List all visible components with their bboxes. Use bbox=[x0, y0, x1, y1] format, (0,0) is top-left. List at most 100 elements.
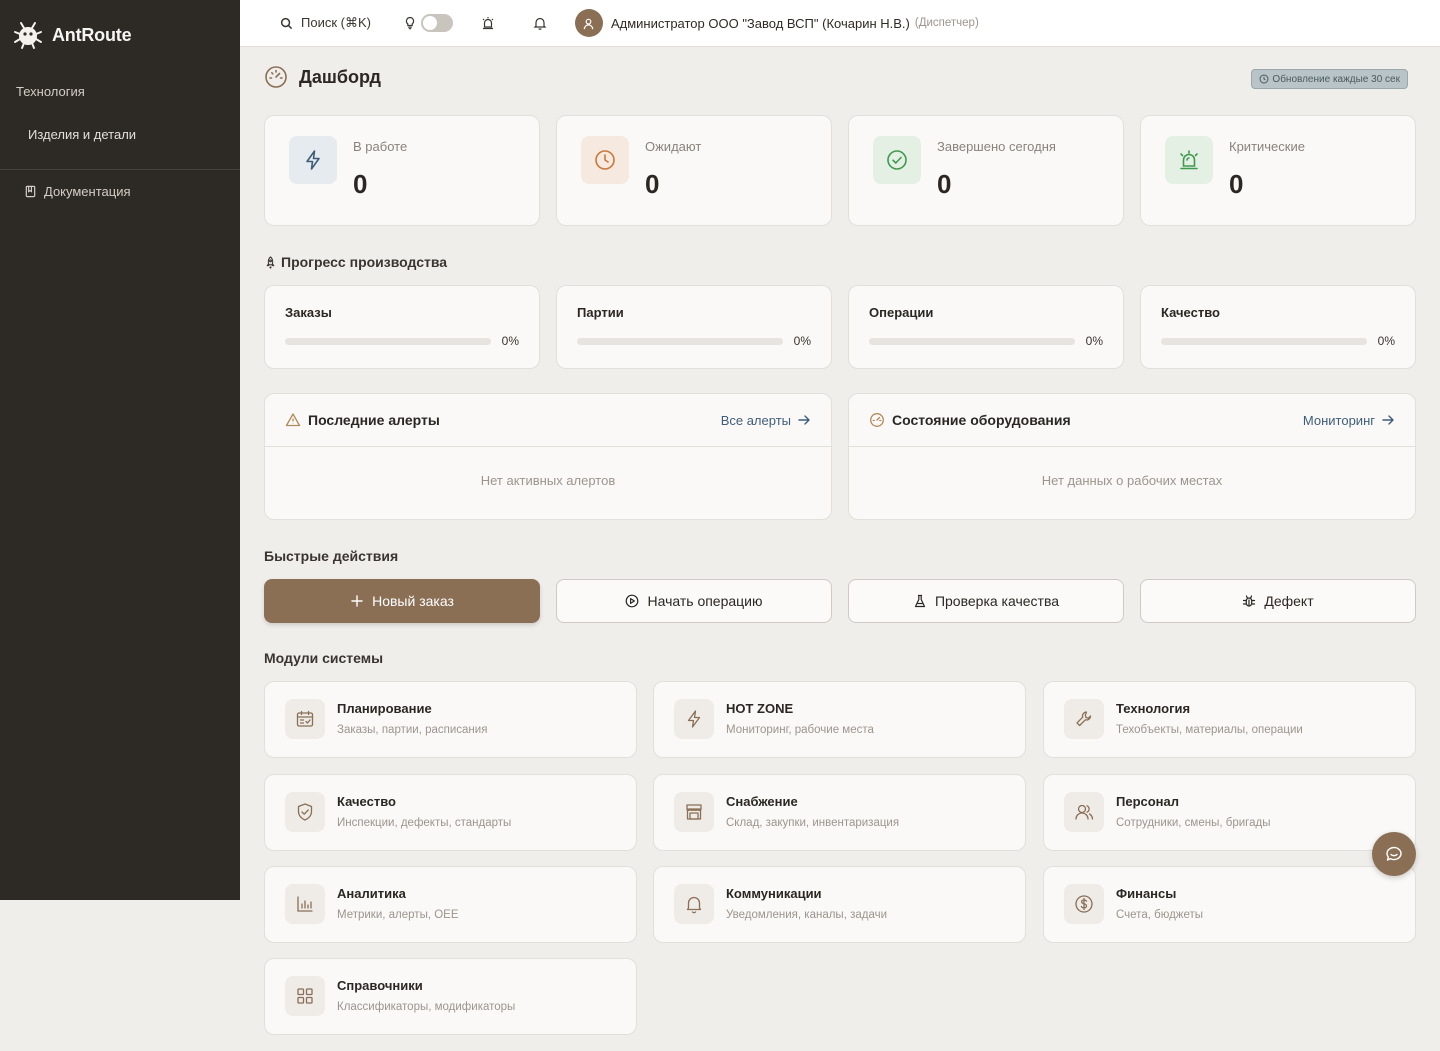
theme-toggle[interactable] bbox=[420, 14, 453, 32]
monitoring-link[interactable]: Мониторинг bbox=[1303, 413, 1395, 428]
module-title: Персонал bbox=[1116, 794, 1180, 809]
user-name[interactable]: Администратор ООО "Завод ВСП" (Кочарин Н… bbox=[611, 16, 910, 31]
stat-icon-box bbox=[1165, 136, 1213, 184]
progress-bar bbox=[577, 338, 783, 345]
clock-icon bbox=[595, 150, 615, 170]
mod-icon-box bbox=[285, 976, 325, 1016]
users-icon bbox=[1075, 804, 1094, 820]
module-desc: Сотрудники, смены, бригады bbox=[1116, 817, 1271, 829]
module-title: Снабжение bbox=[726, 794, 798, 809]
grid-icon bbox=[297, 988, 313, 1004]
module-desc: Склад, закупки, инвентаризация bbox=[726, 817, 900, 829]
module-desc: Техобъекты, материалы, операции bbox=[1116, 724, 1303, 736]
stat-value: 0 bbox=[645, 169, 660, 199]
mod-icon-box bbox=[674, 884, 714, 924]
equipment-panel-header: Состояние оборудования Мониторинг bbox=[849, 394, 1415, 447]
sidebar-item-products[interactable]: Изделия и детали bbox=[0, 99, 240, 142]
module-technology[interactable]: Технология Техобъекты, материалы, операц… bbox=[1043, 681, 1416, 758]
progress-label: Операции bbox=[869, 305, 934, 320]
equipment-empty-state: Нет данных о рабочих местах bbox=[1041, 473, 1223, 488]
progress-card-orders: Заказы 0% bbox=[264, 285, 540, 369]
sidebar-item-docs[interactable]: Документация bbox=[24, 184, 131, 199]
dollar-circle-icon bbox=[1075, 895, 1093, 913]
module-title: Коммуникации bbox=[726, 886, 822, 901]
alerts-empty-state: Нет активных алертов bbox=[480, 473, 616, 488]
stat-icon-box bbox=[873, 136, 921, 184]
lightning-icon bbox=[306, 150, 320, 170]
stat-card-completed-today: Завершено сегодня 0 bbox=[848, 115, 1124, 226]
mod-icon-box bbox=[285, 699, 325, 739]
stat-label: Ожидают bbox=[645, 139, 702, 154]
module-desc: Уведомления, каналы, задачи bbox=[726, 909, 888, 921]
progress-title: Прогресс производства bbox=[281, 254, 448, 270]
calendar-check-icon bbox=[296, 710, 314, 727]
mod-icon-box bbox=[1064, 699, 1104, 739]
mod-icon-box bbox=[1064, 792, 1104, 832]
defect-label: Дефект bbox=[1264, 593, 1314, 609]
progress-percent: 0% bbox=[793, 334, 811, 348]
progress-label: Качество bbox=[1161, 305, 1220, 320]
chat-button[interactable] bbox=[1372, 832, 1416, 876]
progress-card-operations: Операции 0% bbox=[848, 285, 1124, 369]
alerts-panel-header: Последние алерты Все алерты bbox=[265, 394, 831, 447]
progress-card-quality: Качество 0% bbox=[1140, 285, 1416, 369]
stat-label: В работе bbox=[353, 139, 408, 154]
warning-icon bbox=[285, 413, 301, 427]
new-order-button[interactable]: Новый заказ bbox=[264, 579, 540, 623]
defect-button[interactable]: Дефект bbox=[1140, 579, 1416, 623]
progress-section-title: Прогресс производства bbox=[264, 254, 447, 270]
sidebar-group-technology[interactable]: Технология bbox=[0, 70, 240, 99]
refresh-label: Обновление каждые 30 сек bbox=[1272, 73, 1400, 85]
refresh-badge: Обновление каждые 30 сек bbox=[1251, 69, 1408, 89]
search-button[interactable]: Поиск (⌘K) bbox=[280, 15, 371, 31]
module-analytics[interactable]: Аналитика Метрики, алерты, OEE bbox=[264, 866, 637, 943]
equipment-panel: Состояние оборудования Мониторинг Нет да… bbox=[848, 393, 1416, 520]
start-operation-label: Начать операцию bbox=[647, 593, 763, 609]
module-communications[interactable]: Коммуникации Уведомления, каналы, задачи bbox=[653, 866, 1026, 943]
quality-check-label: Проверка качества bbox=[934, 593, 1060, 609]
modules-title: Модули системы bbox=[264, 650, 384, 666]
module-references[interactable]: Справочники Классификаторы, модификаторы bbox=[264, 958, 637, 1035]
progress-bar bbox=[869, 338, 1075, 345]
all-alerts-label: Все алерты bbox=[720, 412, 791, 428]
module-desc: Заказы, партии, расписания bbox=[337, 724, 488, 736]
monitoring-label: Мониторинг bbox=[1302, 412, 1375, 428]
rocket-icon bbox=[266, 255, 275, 269]
alerts-panel: Последние алерты Все алерты Нет активных… bbox=[264, 393, 832, 520]
page-header: Дашборд bbox=[264, 65, 381, 89]
module-title: Технология bbox=[1116, 701, 1191, 716]
module-planning[interactable]: Планирование Заказы, партии, расписания bbox=[264, 681, 637, 758]
clock-icon bbox=[1259, 74, 1269, 84]
bell-icon bbox=[686, 896, 702, 914]
module-personnel[interactable]: Персонал Сотрудники, смены, бригады bbox=[1043, 774, 1416, 851]
check-circle-icon bbox=[887, 150, 907, 170]
module-hot-zone[interactable]: HOT ZONE Мониторинг, рабочие места bbox=[653, 681, 1026, 758]
avatar[interactable] bbox=[574, 9, 603, 37]
quick-actions-title: Быстрые действия bbox=[264, 548, 399, 564]
search-icon bbox=[280, 17, 293, 29]
quality-check-button[interactable]: Проверка качества bbox=[848, 579, 1124, 623]
stat-icon-box bbox=[581, 136, 629, 184]
sidebar-item-docs-label: Документация bbox=[44, 184, 131, 199]
progress-card-batches: Партии 0% bbox=[556, 285, 832, 369]
mod-icon-box bbox=[1064, 884, 1104, 924]
bar-chart-icon bbox=[297, 896, 313, 912]
start-operation-button[interactable]: Начать операцию bbox=[556, 579, 832, 623]
arrow-right-icon bbox=[1382, 415, 1394, 425]
lightning-icon bbox=[687, 710, 701, 728]
module-supply[interactable]: Снабжение Склад, закупки, инвентаризация bbox=[653, 774, 1026, 851]
siren-icon bbox=[1180, 150, 1198, 170]
search-label: Поиск (⌘K) bbox=[301, 15, 371, 30]
stat-label: Критические bbox=[1229, 139, 1305, 154]
brand[interactable]: AntRoute bbox=[0, 0, 240, 70]
book-icon bbox=[25, 185, 36, 198]
module-quality[interactable]: Качество Инспекции, дефекты, стандарты bbox=[264, 774, 637, 851]
bell-icon[interactable] bbox=[533, 16, 547, 30]
alerts-title: Последние алерты bbox=[308, 412, 440, 428]
sidebar-divider bbox=[0, 169, 240, 170]
all-alerts-link[interactable]: Все алерты bbox=[721, 413, 811, 428]
siren-icon[interactable] bbox=[481, 16, 495, 30]
flask-icon bbox=[914, 594, 926, 608]
module-finance[interactable]: Финансы Счета, бюджеты bbox=[1043, 866, 1416, 943]
app-name: AntRoute bbox=[52, 24, 132, 45]
